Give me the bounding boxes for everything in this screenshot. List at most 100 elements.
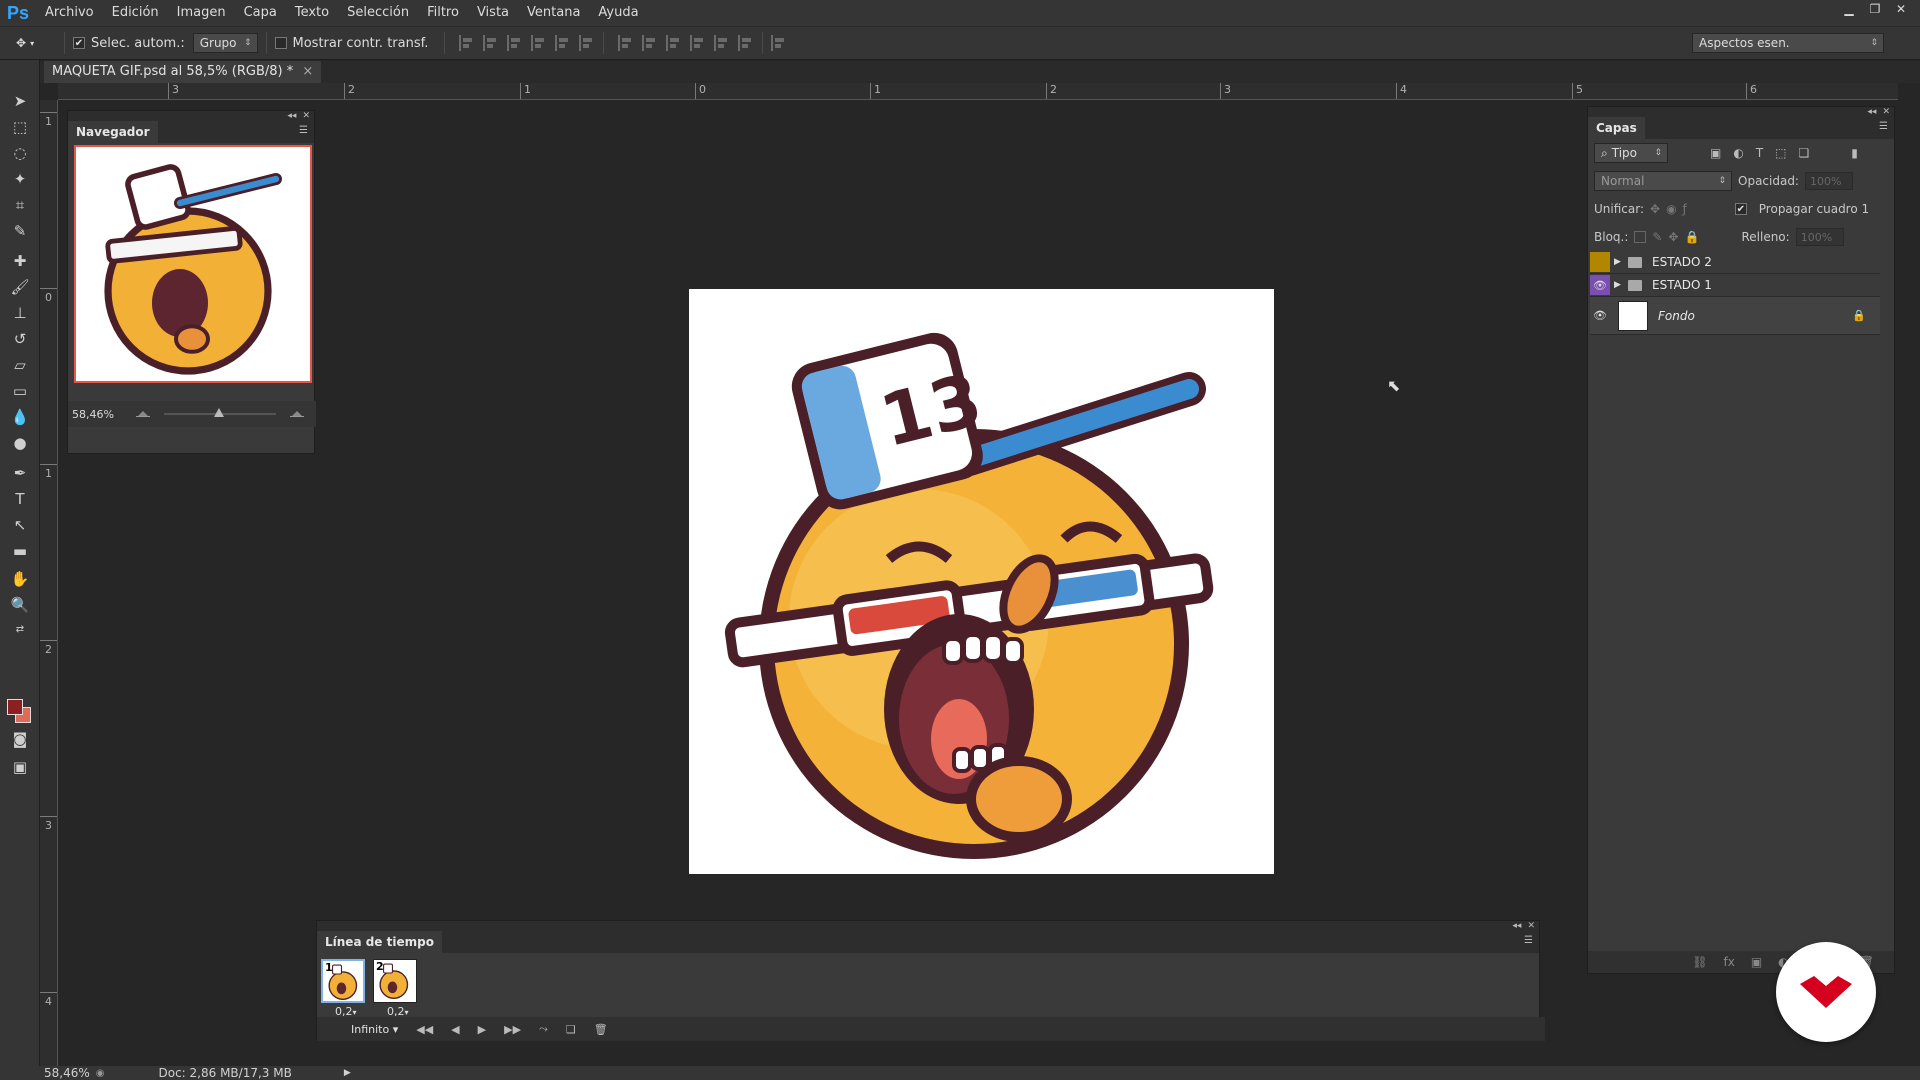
collapse-icon[interactable]: ◂◂	[1867, 107, 1876, 117]
unify-position-icon[interactable]: ✥	[1650, 202, 1660, 216]
menu-edicion[interactable]: Edición	[103, 0, 168, 26]
panel-menu-icon[interactable]: ☰	[299, 125, 308, 136]
close-icon[interactable]: ×	[302, 61, 313, 83]
frame-thumbnail[interactable]: 2	[373, 959, 417, 1003]
healing-brush-icon[interactable]: ✚	[8, 250, 32, 272]
filter-type-icon[interactable]: T	[1756, 146, 1763, 160]
move-tool-icon[interactable]: ➤	[8, 90, 32, 112]
gradient-tool-icon[interactable]: ▭	[8, 380, 32, 402]
distribute-right-icon[interactable]	[738, 35, 754, 51]
brush-tool-icon[interactable]: 🖌	[8, 276, 32, 298]
collapse-icon[interactable]: ◂◂	[287, 111, 296, 121]
close-window-icon[interactable]: ✕	[1888, 0, 1914, 18]
show-transform-checkbox[interactable]	[274, 37, 287, 49]
menu-ayuda[interactable]: Ayuda	[589, 0, 647, 26]
blend-mode-dropdown[interactable]: Normal	[1594, 171, 1732, 191]
frame-thumbnail[interactable]: 1	[321, 959, 365, 1003]
panel-menu-icon[interactable]: ☰	[1879, 121, 1888, 132]
menu-imagen[interactable]: Imagen	[168, 0, 235, 26]
lasso-tool-icon[interactable]: ◌	[8, 142, 32, 164]
play-icon[interactable]: ▶	[478, 1023, 486, 1036]
fx-icon[interactable]: fx	[1724, 955, 1735, 969]
zoom-tool-icon[interactable]: 🔍	[8, 594, 32, 616]
distribute-hcenter-icon[interactable]	[714, 35, 730, 51]
document-canvas[interactable]: 13	[689, 289, 1274, 874]
lock-transparency-icon[interactable]	[1634, 231, 1647, 243]
lock-pixels-icon[interactable]: ✎	[1652, 230, 1662, 244]
distribute-left-icon[interactable]	[690, 35, 706, 51]
menu-filtro[interactable]: Filtro	[418, 0, 468, 26]
status-info-icon[interactable]: ◉	[96, 1068, 105, 1079]
next-frame-icon[interactable]: ▶▶	[504, 1023, 521, 1036]
close-icon[interactable]: ✕	[1882, 107, 1890, 117]
add-mask-icon[interactable]: ▣	[1751, 955, 1762, 969]
layers-tab[interactable]: Capas	[1588, 117, 1645, 139]
previous-frame-icon[interactable]: ◀	[451, 1023, 459, 1036]
align-right-icon[interactable]	[579, 35, 595, 51]
path-select-icon[interactable]: ↖	[8, 514, 32, 536]
filter-smart-object-icon[interactable]: ❏	[1799, 146, 1810, 160]
foreground-color[interactable]	[7, 699, 23, 715]
swap-colors-icon[interactable]: ⇄	[8, 618, 32, 640]
first-frame-icon[interactable]: ◀◀	[416, 1023, 433, 1036]
close-icon[interactable]: ✕	[1527, 921, 1535, 931]
layer-row[interactable]: ▶ ESTADO 2	[1590, 251, 1880, 274]
layer-filter-dropdown[interactable]: ⌕ Tipo	[1594, 143, 1668, 163]
zoom-in-icon[interactable]	[290, 411, 304, 417]
zoom-slider[interactable]	[164, 408, 276, 417]
align-top-icon[interactable]	[459, 35, 475, 51]
marquee-tool-icon[interactable]: ⬚	[8, 116, 32, 138]
expand-arrow-icon[interactable]: ▶	[1614, 257, 1626, 267]
history-brush-icon[interactable]: ↺	[8, 328, 32, 350]
blur-tool-icon[interactable]: 💧	[8, 406, 32, 428]
filter-shape-icon[interactable]: ⬚	[1775, 146, 1786, 160]
shape-tool-icon[interactable]: ▬	[8, 540, 32, 562]
stamp-tool-icon[interactable]: ⊥	[8, 302, 32, 324]
menu-capa[interactable]: Capa	[235, 0, 286, 26]
propagate-checkbox[interactable]: ✔	[1734, 203, 1747, 215]
minimize-icon[interactable]: ▁	[1836, 0, 1862, 18]
menu-seleccion[interactable]: Selección	[338, 0, 418, 26]
restore-icon[interactable]: ❐	[1862, 0, 1888, 18]
distribute-bottom-icon[interactable]	[666, 35, 682, 51]
auto-align-icon[interactable]	[771, 35, 787, 51]
fill-input[interactable]: 100%	[1795, 228, 1844, 246]
move-tool-preset[interactable]: ✥ ▾	[16, 28, 56, 58]
menu-texto[interactable]: Texto	[286, 0, 338, 26]
link-layers-icon[interactable]: ⛓	[1692, 955, 1707, 969]
expand-arrow-icon[interactable]: ▶	[1614, 280, 1626, 290]
status-zoom[interactable]: 58,46%	[44, 1066, 90, 1080]
zoom-slider-knob[interactable]	[214, 408, 225, 417]
status-menu-arrow-icon[interactable]: ▶	[344, 1068, 351, 1078]
crop-tool-icon[interactable]: ⌗	[8, 194, 32, 216]
lock-all-icon[interactable]: 🔒	[1685, 230, 1700, 244]
align-bottom-icon[interactable]	[507, 35, 523, 51]
delete-frame-icon[interactable]: 🗑	[594, 1023, 608, 1036]
align-left-icon[interactable]	[531, 35, 547, 51]
eyedropper-icon[interactable]: ✎	[8, 220, 32, 242]
menu-ventana[interactable]: Ventana	[518, 0, 589, 26]
eye-icon[interactable]: 👁	[1590, 275, 1610, 295]
unify-visibility-icon[interactable]: ◉	[1666, 202, 1676, 216]
loop-dropdown[interactable]: Infinito ▾	[351, 1023, 398, 1036]
eye-icon[interactable]: 👁	[1590, 306, 1610, 326]
lock-position-icon[interactable]: ✥	[1668, 230, 1678, 244]
dodge-tool-icon[interactable]: ●	[8, 432, 32, 454]
distribute-vcenter-icon[interactable]	[642, 35, 658, 51]
screen-mode-icon[interactable]: ▣	[8, 756, 32, 778]
layer-row[interactable]: 👁 ▶ ESTADO 1	[1590, 274, 1880, 297]
menu-vista[interactable]: Vista	[468, 0, 518, 26]
navigator-tab[interactable]: Navegador	[68, 121, 158, 143]
layer-row[interactable]: 👁 Fondo 🔒	[1590, 297, 1880, 335]
eraser-tool-icon[interactable]: ▱	[8, 354, 32, 376]
opacity-input[interactable]: 100%	[1804, 172, 1853, 190]
menu-archivo[interactable]: Archivo	[36, 0, 103, 26]
pen-tool-icon[interactable]: ✒	[8, 462, 32, 484]
timeline-tab[interactable]: Línea de tiempo	[317, 931, 442, 953]
collapse-icon[interactable]: ◂◂	[1512, 921, 1521, 931]
align-vcenter-icon[interactable]	[483, 35, 499, 51]
visibility-toggle[interactable]	[1590, 252, 1610, 272]
document-tab[interactable]: MAQUETA GIF.psd al 58,5% (RGB/8) * ×	[44, 61, 322, 83]
unify-style-icon[interactable]: ƒ	[1683, 202, 1687, 216]
magic-wand-icon[interactable]: ✦	[8, 168, 32, 190]
